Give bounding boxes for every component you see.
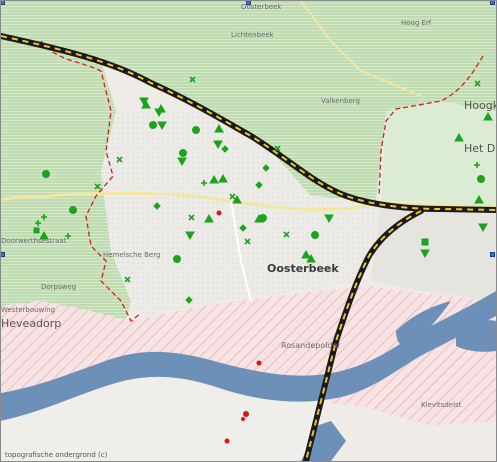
map-canvas[interactable]: Lichtenbeek Hoog Erf Valkenberg Oosterbe…: [1, 1, 496, 461]
circle-icon[interactable]: [69, 206, 77, 214]
resize-handle-top-left[interactable]: [1, 1, 5, 5]
square-icon[interactable]: [421, 238, 429, 246]
circle-icon[interactable]: [477, 175, 485, 183]
circle-icon[interactable]: [243, 411, 249, 417]
map-credit: topografische ondergrond (c): [5, 451, 108, 459]
street-label-valkenberg: Valkenberg: [321, 97, 360, 105]
circle-icon[interactable]: [241, 417, 245, 421]
circle-icon[interactable]: [256, 360, 262, 366]
street-label-kievitsdelst: Kievitsdelst: [421, 401, 462, 409]
street-label-lichtenbeek: Lichtenbeek: [231, 31, 275, 39]
street-label-hoog-erf: Hoog Erf: [401, 19, 432, 27]
circle-icon[interactable]: [149, 121, 157, 129]
resize-handle-top-right[interactable]: [490, 1, 495, 5]
street-label-hemelsche-berg: Hemelsche Berg: [103, 251, 160, 259]
resize-handle-middle-right[interactable]: [490, 252, 495, 257]
resize-handle-middle-left[interactable]: [1, 252, 5, 257]
resize-handle-top-center[interactable]: [246, 1, 251, 5]
circle-icon[interactable]: [173, 255, 181, 263]
place-label-rosandepolder: Rosandepolder: [281, 341, 341, 350]
street-label-westerbouwing: Westerbouwing: [1, 306, 55, 314]
place-label-hoogkamp: Hoogkamp: [464, 99, 496, 112]
forest-area-east: [381, 101, 496, 211]
circle-icon[interactable]: [259, 214, 267, 222]
circle-icon[interactable]: [216, 210, 222, 216]
place-label-het-dorp: Het Dorp: [464, 142, 496, 155]
place-label-heveadorp: Heveadorp: [1, 317, 61, 330]
place-label-oosterbeek: Oosterbeek: [267, 262, 339, 275]
circle-icon[interactable]: [179, 149, 187, 157]
circle-icon[interactable]: [311, 231, 319, 239]
square-icon[interactable]: [33, 227, 40, 234]
map-frame[interactable]: Lichtenbeek Hoog Erf Valkenberg Oosterbe…: [0, 0, 497, 462]
circle-icon[interactable]: [42, 170, 50, 178]
circle-icon[interactable]: [224, 438, 230, 444]
street-label-doorwerthse: Doorwerthsestraat: [1, 237, 67, 245]
street-label-dorpsweg: Dorpsweg: [41, 283, 76, 291]
circle-icon[interactable]: [192, 126, 200, 134]
